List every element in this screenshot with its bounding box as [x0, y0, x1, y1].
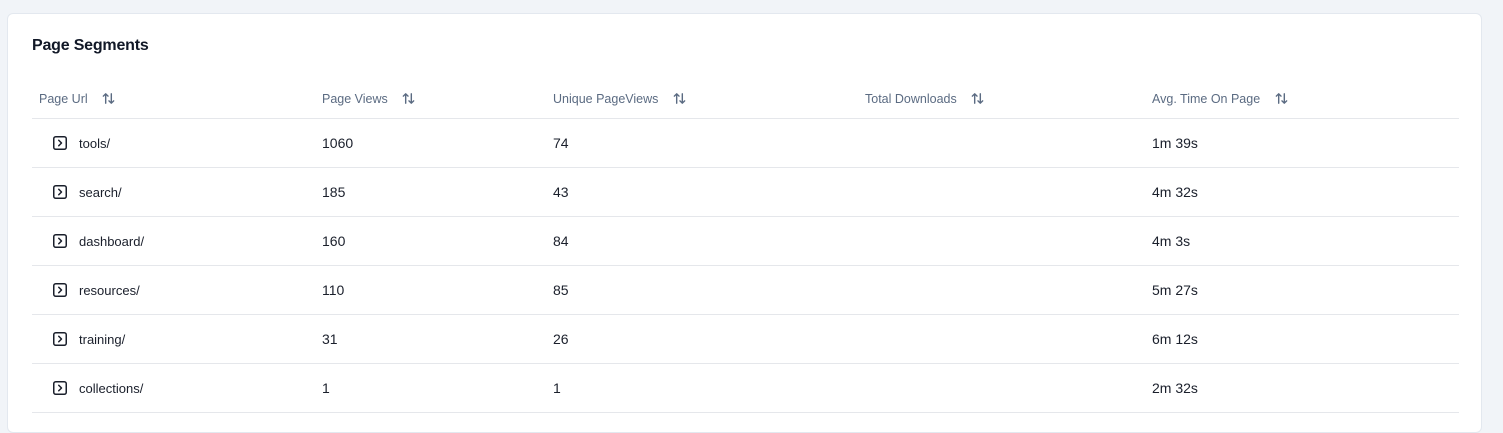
sort-icon[interactable]	[400, 90, 418, 108]
cell-avg-time-on-page: 1m 39s	[1152, 135, 1198, 151]
cell-page-views: 1060	[322, 135, 354, 151]
cell-unique-pageviews: 43	[553, 184, 569, 200]
cell-page-url: tools/	[53, 119, 110, 167]
expand-row-icon[interactable]	[53, 283, 67, 297]
column-header-avg-time-on-page[interactable]: Avg. Time On Page	[1152, 79, 1290, 118]
table-row[interactable]: tools/1060 74 1m 39s	[32, 119, 1459, 168]
expand-row-icon[interactable]	[53, 185, 67, 199]
cell-avg-time-on-page: 4m 3s	[1152, 233, 1191, 249]
cell-unique-pageviews: 26	[553, 331, 569, 347]
expand-row-icon[interactable]	[53, 234, 67, 248]
column-label: Avg. Time On Page	[1152, 91, 1261, 106]
cell-page-url: training/	[53, 315, 125, 363]
table-header: Page Url Page Views Unique PageViews Tot…	[32, 79, 1459, 119]
table-body: tools/1060 74 1m 39s search/185 43 4m 32s dash…	[32, 119, 1459, 413]
sort-icon[interactable]	[100, 90, 118, 108]
cell-unique-pageviews: 85	[553, 282, 569, 298]
cell-avg-time-on-page: 2m 32s	[1152, 380, 1198, 396]
page-url-text: resources/	[79, 282, 140, 298]
column-label: Total Downloads	[865, 91, 957, 106]
table-row[interactable]: search/185 43 4m 32s	[32, 168, 1459, 217]
expand-row-icon[interactable]	[53, 381, 67, 395]
cell-page-views: 160	[322, 233, 346, 249]
page-segments-table: Page Url Page Views Unique PageViews Tot…	[32, 79, 1459, 413]
sort-icon[interactable]	[670, 90, 688, 108]
cell-unique-pageviews: 1	[553, 380, 561, 396]
table-row[interactable]: collections/1 1 2m 32s	[32, 364, 1459, 413]
page-url-text: dashboard/	[79, 233, 145, 249]
cell-unique-pageviews: 74	[553, 135, 569, 151]
column-label: Page Url	[39, 91, 88, 106]
cell-page-views: 31	[322, 331, 338, 347]
page-url-text: training/	[79, 331, 126, 347]
table-row[interactable]: training/31 26 6m 12s	[32, 315, 1459, 364]
card-title: Page Segments	[32, 37, 149, 54]
table-row[interactable]: dashboard/160 84 4m 3s	[32, 217, 1459, 266]
page-url-text: tools/	[79, 135, 111, 151]
page-url-text: search/	[79, 184, 122, 200]
sort-icon[interactable]	[1272, 90, 1290, 108]
cell-page-views: 110	[322, 282, 345, 298]
cell-avg-time-on-page: 6m 12s	[1152, 331, 1198, 347]
column-header-unique-pageviews[interactable]: Unique PageViews	[553, 79, 688, 118]
column-label: Page Views	[322, 91, 388, 106]
column-label: Unique PageViews	[553, 91, 659, 106]
sort-icon[interactable]	[969, 90, 987, 108]
cell-page-url: resources/	[53, 266, 140, 314]
cell-avg-time-on-page: 5m 27s	[1152, 282, 1198, 298]
expand-row-icon[interactable]	[53, 332, 67, 346]
table-row[interactable]: resources/110 85 5m 27s	[32, 266, 1459, 315]
cell-page-views: 1	[322, 380, 330, 396]
page-segments-card: Page Segments Page Url Page Views Unique…	[7, 13, 1482, 433]
column-header-page-url[interactable]: Page Url	[39, 79, 118, 118]
column-header-total-downloads[interactable]: Total Downloads	[865, 79, 987, 118]
page-url-text: collections/	[79, 380, 144, 396]
cell-page-url: dashboard/	[53, 217, 144, 265]
expand-row-icon[interactable]	[53, 136, 67, 150]
cell-page-url: search/	[53, 168, 122, 216]
cell-page-views: 185	[322, 184, 346, 200]
cell-unique-pageviews: 84	[553, 233, 569, 249]
cell-page-url: collections/	[53, 364, 143, 412]
column-header-page-views[interactable]: Page Views	[322, 79, 418, 118]
cell-avg-time-on-page: 4m 32s	[1152, 184, 1198, 200]
